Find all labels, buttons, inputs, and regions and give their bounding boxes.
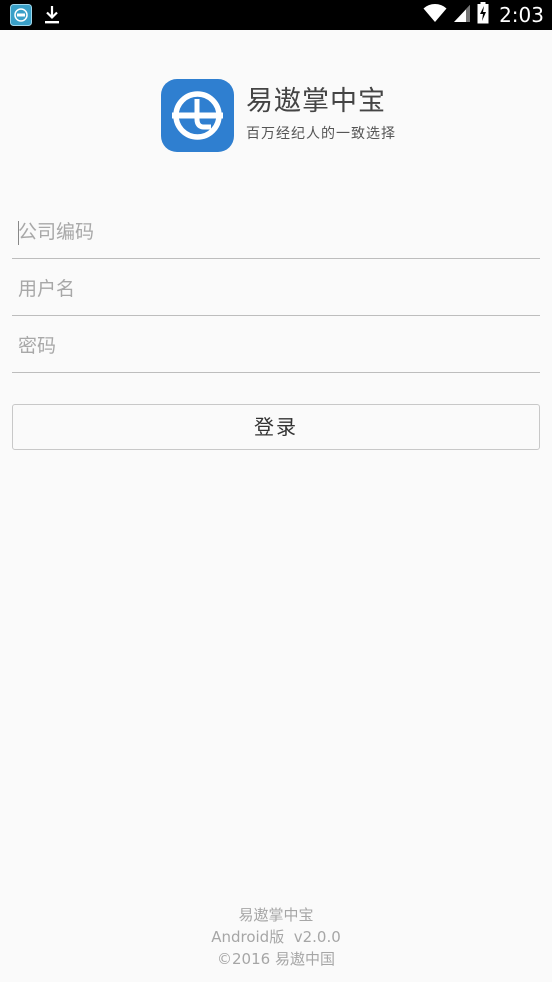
footer-copyright: ©2016 易遨中国 xyxy=(217,950,335,968)
download-icon xyxy=(44,5,60,29)
password-field[interactable] xyxy=(12,317,540,373)
username-field[interactable] xyxy=(12,260,540,316)
footer: 易遨掌中宝 Android版 v2.0.0 ©2016 易遨中国 xyxy=(0,904,552,970)
username-input[interactable] xyxy=(18,272,528,306)
status-time: 2:03 xyxy=(499,3,544,27)
status-bar: 2:03 xyxy=(0,0,552,30)
status-right-icons: 2:03 xyxy=(423,0,544,30)
app-name: 易遨掌中宝 xyxy=(246,86,386,117)
password-input[interactable] xyxy=(18,329,528,363)
app-slogan: 百万经纪人的一致选择 xyxy=(246,126,396,142)
battery-charging-icon xyxy=(477,2,489,28)
app-logo xyxy=(161,79,234,152)
footer-version: Android版 v2.0.0 xyxy=(211,928,341,946)
app-logo-icon xyxy=(161,79,234,152)
wifi-icon xyxy=(423,3,447,27)
status-left-icons xyxy=(10,4,60,30)
footer-app-name: 易遨掌中宝 xyxy=(238,906,314,924)
app-notification-icon xyxy=(10,4,32,30)
company-code-input[interactable] xyxy=(18,215,528,249)
text-cursor xyxy=(18,221,19,245)
login-button[interactable]: 登录 xyxy=(12,404,540,450)
company-code-field[interactable] xyxy=(12,203,540,259)
signal-icon xyxy=(453,3,471,27)
